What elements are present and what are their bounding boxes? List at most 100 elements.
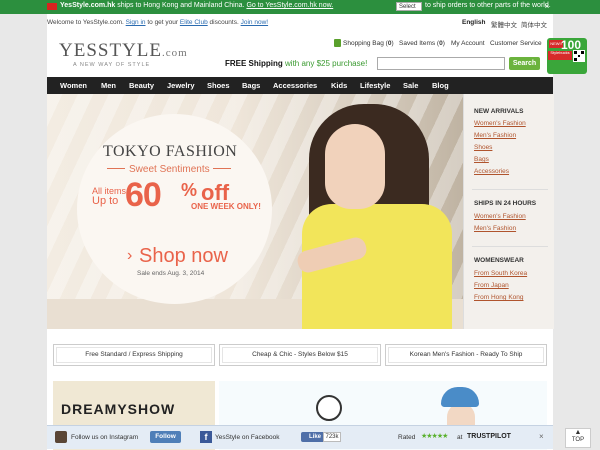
nav-jewelry[interactable]: Jewelry — [167, 77, 195, 94]
nav-accessories[interactable]: Accessories — [273, 77, 317, 94]
instagram-text: Follow us on Instagram — [71, 434, 139, 441]
search-input[interactable] — [377, 57, 505, 70]
join-now-link[interactable]: Join now! — [241, 19, 268, 26]
badge-stylebucks: Stylebucks — [548, 50, 572, 60]
country-select[interactable]: Select — [396, 2, 422, 11]
main-navigation: Women Men Beauty Jewelry Shoes Bags Acce… — [47, 77, 553, 94]
dreamyshow-title: DREAMYSHOW — [61, 401, 176, 417]
close-icon[interactable]: × — [542, 2, 552, 12]
instagram-follow-button[interactable]: Follow — [150, 431, 181, 443]
womenswear-hong-kong[interactable]: From Hong Kong — [474, 294, 524, 301]
shipping-notice-bar: YesStyle.com.hk ships to Hong Kong and M… — [0, 0, 600, 14]
saved-items-link[interactable]: Saved Items (0) — [399, 40, 445, 47]
close-icon[interactable]: × — [539, 432, 544, 441]
my-account-link[interactable]: My Account — [451, 40, 485, 47]
sign-in-link[interactable]: Sign in — [126, 19, 146, 26]
hero-one-week: ONE WEEK ONLY! — [191, 202, 261, 211]
model-face — [325, 124, 385, 209]
hong-kong-flag-icon — [47, 3, 57, 10]
new-arrivals-accessories[interactable]: Accessories — [474, 168, 509, 175]
shipping-text: ships to Hong Kong and Mainland China. — [117, 2, 245, 9]
ships-women[interactable]: Women's Fashion — [474, 213, 526, 220]
free-shipping-banner: FREE Shipping with any $25 purchase! — [225, 59, 367, 68]
nav-women[interactable]: Women — [60, 77, 87, 94]
sale-ends: Sale ends Aug. 3, 2014 — [137, 270, 205, 277]
language-simplified-chinese[interactable]: 简体中文 — [521, 19, 547, 29]
new-arrivals-bags[interactable]: Bags — [474, 156, 489, 163]
logo[interactable]: YESSTYLE.com A NEW WAY OF STYLE — [59, 40, 188, 68]
category-panel: NEW ARRIVALS Women's Fashion Men's Fashi… — [463, 94, 554, 329]
welcome-discounts: discounts. — [209, 19, 239, 26]
hero-all-items: All items Up to — [92, 186, 126, 207]
social-bar: Follow us on Instagram Follow f YesStyle… — [47, 425, 553, 449]
hero-up-to: Up to — [92, 195, 119, 207]
welcome-text: Welcome to YesStyle.com. Sign in to get … — [47, 19, 268, 26]
hero-subtitle: Sweet Sentiments — [129, 164, 210, 175]
logo-tagline: A NEW WAY OF STYLE — [73, 62, 151, 68]
new-arrivals-women[interactable]: Women's Fashion — [474, 120, 526, 127]
top-label: TOP — [571, 437, 585, 443]
ships-men[interactable]: Men's Fashion — [474, 225, 516, 232]
hero-percent: % — [181, 180, 198, 200]
search-button[interactable]: Search — [509, 57, 540, 70]
qr-code-icon — [573, 50, 585, 62]
panel-divider — [472, 246, 548, 247]
model-hat — [441, 387, 479, 407]
shipping-notice: YesStyle.com.hk ships to Hong Kong and M… — [60, 2, 333, 9]
new-arrivals-men[interactable]: Men's Fashion — [474, 132, 516, 139]
customer-service-link[interactable]: Customer Service — [490, 40, 542, 47]
subtitle-rule-right — [213, 168, 231, 169]
nav-kids[interactable]: Kids — [331, 77, 347, 94]
trustpilot-logo[interactable]: TRUSTPILOT — [467, 433, 511, 440]
back-to-top-button[interactable]: ▲ TOP — [565, 428, 591, 448]
hero-banner[interactable]: TOKYO FASHION Sweet Sentiments All items… — [47, 94, 463, 329]
hero-discount: 60 — [125, 176, 162, 214]
language-english[interactable]: English — [462, 19, 485, 26]
ships-heading: SHIPS IN 24 HOURS — [474, 200, 537, 207]
logo-com: .com — [162, 47, 188, 59]
stylebucks-badge[interactable]: NEW!! 100 Stylebucks — [547, 38, 587, 74]
language-traditional-chinese[interactable]: 繁體中文 — [491, 19, 517, 29]
new-arrivals-shoes[interactable]: Shoes — [474, 144, 492, 151]
rated-at: at — [457, 434, 463, 441]
elite-club-link[interactable]: Elite Club — [180, 19, 208, 26]
facebook-like-count: 723k — [323, 432, 341, 442]
womenswear-heading: WOMENSWEAR — [474, 257, 524, 264]
shop-now-link[interactable]: Shop now — [139, 245, 228, 268]
welcome-label: Welcome to YesStyle.com. — [47, 19, 124, 26]
new-arrivals-heading: NEW ARRIVALS — [474, 108, 524, 115]
nav-blog[interactable]: Blog — [432, 77, 449, 94]
nav-beauty[interactable]: Beauty — [129, 77, 154, 94]
promo-free-shipping[interactable]: Free Standard / Express Shipping — [53, 344, 215, 366]
country-select-text: to ship orders to other parts of the wor… — [425, 2, 551, 9]
nav-sale[interactable]: Sale — [403, 77, 418, 94]
shipping-site-name: YesStyle.com.hk — [60, 2, 116, 9]
rating-stars-icon: ★★★★★ — [421, 433, 448, 440]
panel-divider — [472, 189, 548, 190]
rated-label: Rated — [398, 434, 416, 441]
womenswear-japan[interactable]: From Japan — [474, 282, 509, 289]
free-shipping-label: FREE Shipping — [225, 59, 283, 68]
brand-seal-icon — [316, 395, 342, 421]
shipping-link[interactable]: Go to YesStyle.com.hk now. — [246, 2, 333, 9]
nav-lifestyle[interactable]: Lifestyle — [360, 77, 390, 94]
utility-bar: Welcome to YesStyle.com. Sign in to get … — [47, 14, 553, 32]
page: Welcome to YesStyle.com. Sign in to get … — [47, 14, 587, 450]
promo-cheap-chic[interactable]: Cheap & Chic - Styles Below $15 — [219, 344, 381, 366]
free-shipping-detail: with any $25 purchase! — [285, 59, 368, 68]
nav-men[interactable]: Men — [101, 77, 116, 94]
facebook-text: YesStyle on Facebook — [215, 434, 280, 441]
promo-korean-men[interactable]: Korean Men's Fashion - Ready To Ship — [385, 344, 547, 366]
welcome-get: to get your — [147, 19, 179, 26]
nav-shoes[interactable]: Shoes — [207, 77, 230, 94]
logo-name: YESSTYLE — [59, 40, 162, 61]
shopping-bag-icon — [334, 39, 341, 47]
womenswear-korea[interactable]: From South Korea — [474, 270, 527, 277]
instagram-icon — [55, 431, 67, 443]
shopping-bag-link[interactable]: Shopping Bag (0) — [343, 40, 394, 47]
facebook-icon: f — [200, 431, 212, 443]
nav-bags[interactable]: Bags — [242, 77, 260, 94]
arrow-up-icon: ▲ — [574, 429, 582, 436]
shop-now-arrow-icon: › — [127, 247, 133, 264]
subtitle-rule-left — [107, 168, 125, 169]
